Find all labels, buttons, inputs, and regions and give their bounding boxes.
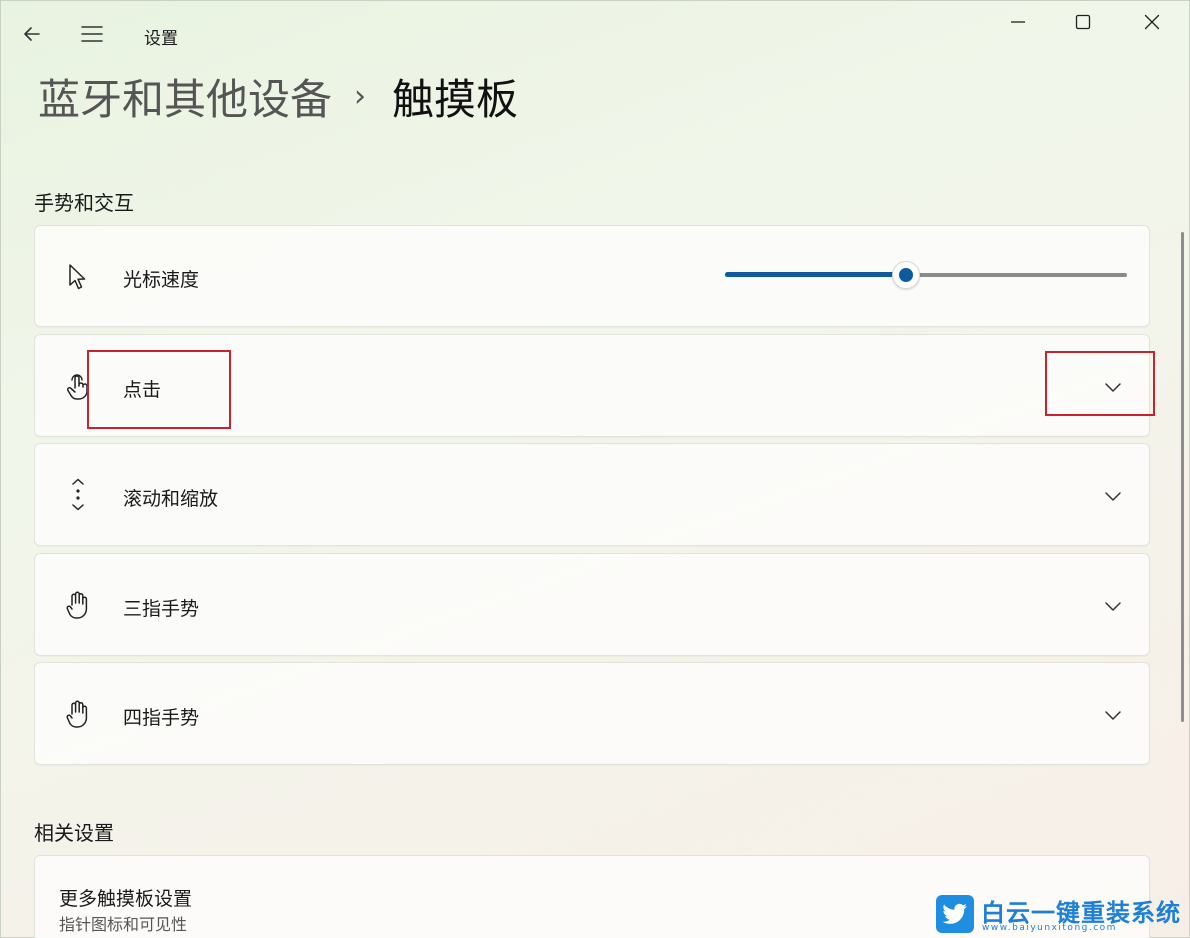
back-arrow-icon bbox=[24, 27, 40, 41]
scroll-zoom-label: 滚动和缩放 bbox=[123, 488, 219, 510]
page-title: 触摸板 bbox=[392, 74, 519, 124]
chevron-down-icon[interactable] bbox=[1101, 484, 1125, 508]
section-title-related: 相关设置 bbox=[34, 821, 114, 845]
setting-card-tap[interactable]: 点击 bbox=[34, 334, 1150, 437]
section-title-gestures: 手势和交互 bbox=[34, 191, 134, 215]
breadcrumb-parent-link[interactable]: 蓝牙和其他设备 bbox=[38, 66, 332, 127]
setting-card-scroll-zoom[interactable]: 滚动和缩放 bbox=[34, 443, 1150, 546]
back-button[interactable] bbox=[14, 16, 50, 52]
hand-icon bbox=[63, 590, 93, 620]
breadcrumb: 蓝牙和其他设备 › 触摸板 bbox=[38, 64, 518, 128]
maximize-button[interactable] bbox=[1053, 2, 1113, 42]
setting-card-three-finger[interactable]: 三指手势 bbox=[34, 553, 1150, 656]
watermark: 白云一键重装系统 www.baiyunxitong.com bbox=[936, 893, 1186, 935]
minimize-icon bbox=[1011, 21, 1025, 23]
bird-logo-icon bbox=[936, 895, 974, 933]
slider-thumb[interactable] bbox=[891, 261, 920, 289]
setting-card-four-finger[interactable]: 四指手势 bbox=[34, 662, 1150, 765]
scroll-arrows-icon bbox=[63, 478, 93, 511]
slider-fill bbox=[725, 272, 906, 277]
scrollbar[interactable] bbox=[1181, 232, 1184, 722]
app-title: 设置 bbox=[144, 29, 178, 49]
navigation-menu-button[interactable] bbox=[74, 16, 110, 52]
hand-icon bbox=[63, 699, 93, 729]
watermark-url: www.baiyunxitong.com bbox=[982, 923, 1117, 933]
maximize-icon bbox=[1075, 14, 1091, 30]
hamburger-icon bbox=[81, 26, 103, 42]
cursor-arrow-icon bbox=[63, 262, 93, 292]
chevron-down-icon[interactable] bbox=[1101, 703, 1125, 727]
cursor-speed-label: 光标速度 bbox=[123, 269, 200, 291]
more-touchpad-subtitle: 指针图标和可见性 bbox=[59, 915, 188, 934]
more-touchpad-title: 更多触摸板设置 bbox=[59, 888, 193, 910]
chevron-down-icon[interactable] bbox=[1101, 594, 1125, 618]
three-finger-label: 三指手势 bbox=[123, 598, 200, 620]
slider-thumb-dot bbox=[898, 268, 913, 282]
close-button[interactable] bbox=[1122, 2, 1182, 42]
tap-label: 点击 bbox=[123, 379, 162, 401]
breadcrumb-separator: › bbox=[354, 78, 367, 114]
four-finger-label: 四指手势 bbox=[123, 707, 200, 729]
title-bar: 设置 bbox=[0, 0, 1190, 60]
tap-hand-icon bbox=[63, 371, 93, 401]
chevron-down-icon[interactable] bbox=[1101, 375, 1125, 399]
setting-card-cursor-speed: 光标速度 bbox=[34, 225, 1150, 327]
close-icon bbox=[1144, 14, 1160, 30]
minimize-button[interactable] bbox=[988, 2, 1048, 42]
cursor-speed-slider[interactable] bbox=[725, 260, 1127, 290]
